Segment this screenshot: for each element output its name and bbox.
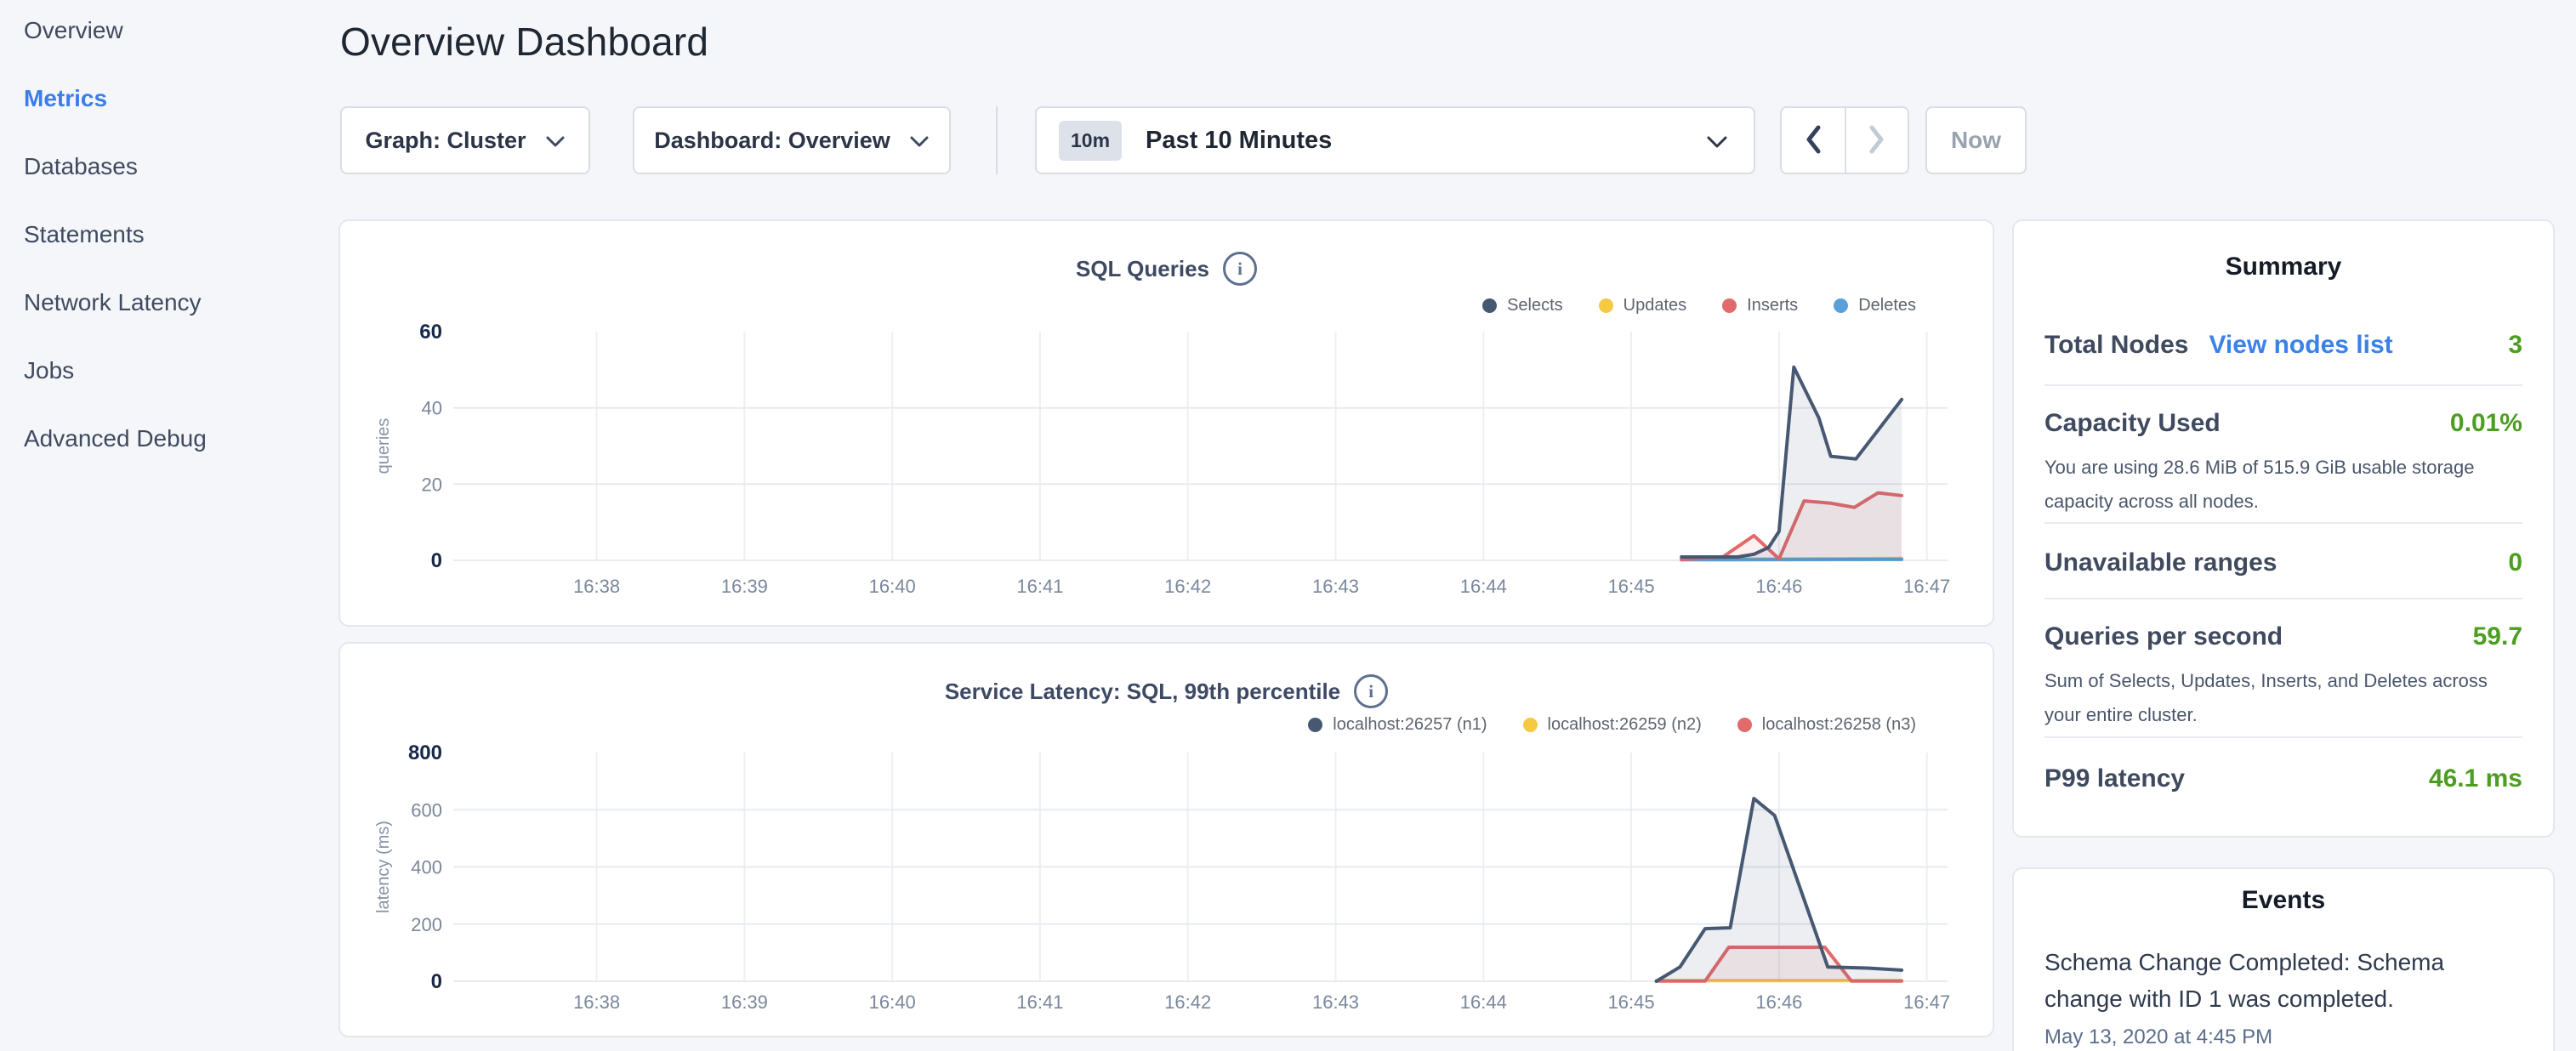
time-step-buttons <box>1780 106 1909 174</box>
summary-row-p99-latency: P99 latency 46.1 ms <box>2044 738 2522 798</box>
sidebar-item-network-latency[interactable]: Network Latency <box>24 269 313 337</box>
svg-text:200: 200 <box>411 914 442 935</box>
svg-text:16:41: 16:41 <box>1016 576 1063 597</box>
summary-value: 59.7 <box>2473 618 2522 656</box>
summary-row-capacity-used: Capacity Used 0.01% You are using 28.6 M… <box>2044 386 2522 524</box>
time-step-back-button[interactable] <box>1782 108 1845 173</box>
svg-text:16:41: 16:41 <box>1016 991 1063 1013</box>
svg-text:16:40: 16:40 <box>869 576 916 597</box>
chevron-down-icon <box>909 128 930 154</box>
svg-text:16:40: 16:40 <box>869 991 916 1013</box>
summary-value: 3 <box>2508 327 2522 364</box>
summary-label: Capacity Used <box>2044 405 2221 442</box>
sidebar-item-metrics[interactable]: Metrics <box>24 65 313 133</box>
summary-description: You are using 28.6 MiB of 515.9 GiB usab… <box>2044 451 2522 519</box>
svg-text:16:44: 16:44 <box>1460 576 1507 597</box>
svg-text:16:38: 16:38 <box>573 576 620 597</box>
sidebar-item-databases[interactable]: Databases <box>24 133 313 201</box>
svg-text:16:43: 16:43 <box>1312 576 1359 597</box>
summary-row-total-nodes: Total Nodes View nodes list 3 <box>2044 327 2522 386</box>
sidebar-item-overview[interactable]: Overview <box>24 0 313 65</box>
svg-text:16:47: 16:47 <box>1903 576 1950 597</box>
time-range-select[interactable]: 10m Past 10 Minutes <box>1035 106 1755 174</box>
summary-row-queries-per-second: Queries per second 59.7 Sum of Selects, … <box>2044 599 2522 738</box>
svg-text:latency (ms): latency (ms) <box>374 821 393 913</box>
chevron-down-icon <box>545 128 566 154</box>
svg-text:16:47: 16:47 <box>1903 991 1950 1013</box>
time-range-badge: 10m <box>1059 121 1122 161</box>
sql-queries-chart[interactable]: 16:38 16:39 16:40 16:41 16:42 16:43 16:44 16:45… <box>340 221 1993 625</box>
view-nodes-list-link[interactable]: View nodes list <box>2209 327 2392 364</box>
svg-text:16:45: 16:45 <box>1608 576 1655 597</box>
controls-row: Graph: Cluster Dashboard: Overview 10m P… <box>340 106 2027 174</box>
svg-text:20: 20 <box>422 474 442 495</box>
chevron-left-icon <box>1805 124 1822 157</box>
summary-label: Total Nodes <box>2044 327 2188 364</box>
svg-text:16:39: 16:39 <box>721 576 768 597</box>
dashboard-dropdown-label: Dashboard: Overview <box>654 128 890 154</box>
svg-text:16:46: 16:46 <box>1755 991 1802 1013</box>
summary-heading: Summary <box>2044 252 2522 282</box>
sidebar-item-jobs[interactable]: Jobs <box>24 337 313 405</box>
chevron-right-icon <box>1868 124 1885 157</box>
summary-label: P99 latency <box>2044 760 2185 798</box>
now-button[interactable]: Now <box>1925 106 2027 174</box>
graph-dropdown[interactable]: Graph: Cluster <box>340 106 590 174</box>
svg-text:16:45: 16:45 <box>1608 991 1655 1013</box>
dashboard-dropdown[interactable]: Dashboard: Overview <box>633 106 951 174</box>
event-item-timestamp: May 13, 2020 at 4:45 PM <box>2044 1020 2522 1051</box>
svg-text:16:42: 16:42 <box>1164 576 1211 597</box>
svg-text:16:42: 16:42 <box>1164 991 1211 1013</box>
svg-text:40: 40 <box>422 398 442 419</box>
summary-description: Sum of Selects, Updates, Inserts, and De… <box>2044 664 2522 732</box>
page-title: Overview Dashboard <box>340 19 708 65</box>
graph-dropdown-label: Graph: Cluster <box>365 128 526 154</box>
summary-label: Unavailable ranges <box>2044 544 2277 582</box>
summary-value: 0 <box>2508 544 2522 582</box>
svg-text:400: 400 <box>411 857 442 878</box>
svg-text:16:44: 16:44 <box>1460 991 1507 1013</box>
svg-text:0: 0 <box>431 970 442 993</box>
summary-panel: Summary Total Nodes View nodes list 3 Ca… <box>2012 219 2555 838</box>
svg-text:0: 0 <box>431 549 442 572</box>
summary-row-unavailable-ranges: Unavailable ranges 0 <box>2044 524 2522 599</box>
summary-label: Queries per second <box>2044 618 2283 656</box>
time-step-forward-button[interactable] <box>1845 108 1908 173</box>
summary-value: 0.01% <box>2450 405 2522 442</box>
service-latency-chart-card: Service Latency: SQL, 99th percentile i … <box>338 642 1994 1037</box>
summary-value: 46.1 ms <box>2429 760 2522 798</box>
sql-queries-chart-card: SQL Queries i Selects Updates Inserts De… <box>338 219 1994 627</box>
sidebar-item-advanced-debug[interactable]: Advanced Debug <box>24 405 313 473</box>
app-root: Overview Metrics Databases Statements Ne… <box>0 0 2576 1051</box>
svg-text:queries: queries <box>374 418 393 474</box>
svg-text:16:38: 16:38 <box>573 991 620 1013</box>
controls-divider <box>996 106 998 174</box>
svg-text:16:39: 16:39 <box>721 991 768 1013</box>
events-panel: Events Schema Change Completed: Schema c… <box>2012 867 2555 1051</box>
sidebar-item-statements[interactable]: Statements <box>24 201 313 269</box>
sidebar: Overview Metrics Databases Statements Ne… <box>24 0 313 473</box>
svg-text:60: 60 <box>419 321 442 344</box>
svg-text:800: 800 <box>408 741 442 764</box>
chevron-down-icon <box>1706 135 1728 153</box>
event-item-text[interactable]: Schema Change Completed: Schema change w… <box>2044 944 2470 1017</box>
svg-text:16:43: 16:43 <box>1312 991 1359 1013</box>
svg-text:600: 600 <box>411 799 442 821</box>
service-latency-chart[interactable]: 16:38 16:39 16:40 16:41 16:42 16:43 16:44 16:45… <box>340 644 1993 1036</box>
time-range-label: Past 10 Minutes <box>1146 127 1332 155</box>
svg-text:16:46: 16:46 <box>1755 576 1802 597</box>
events-heading: Events <box>2044 884 2522 917</box>
